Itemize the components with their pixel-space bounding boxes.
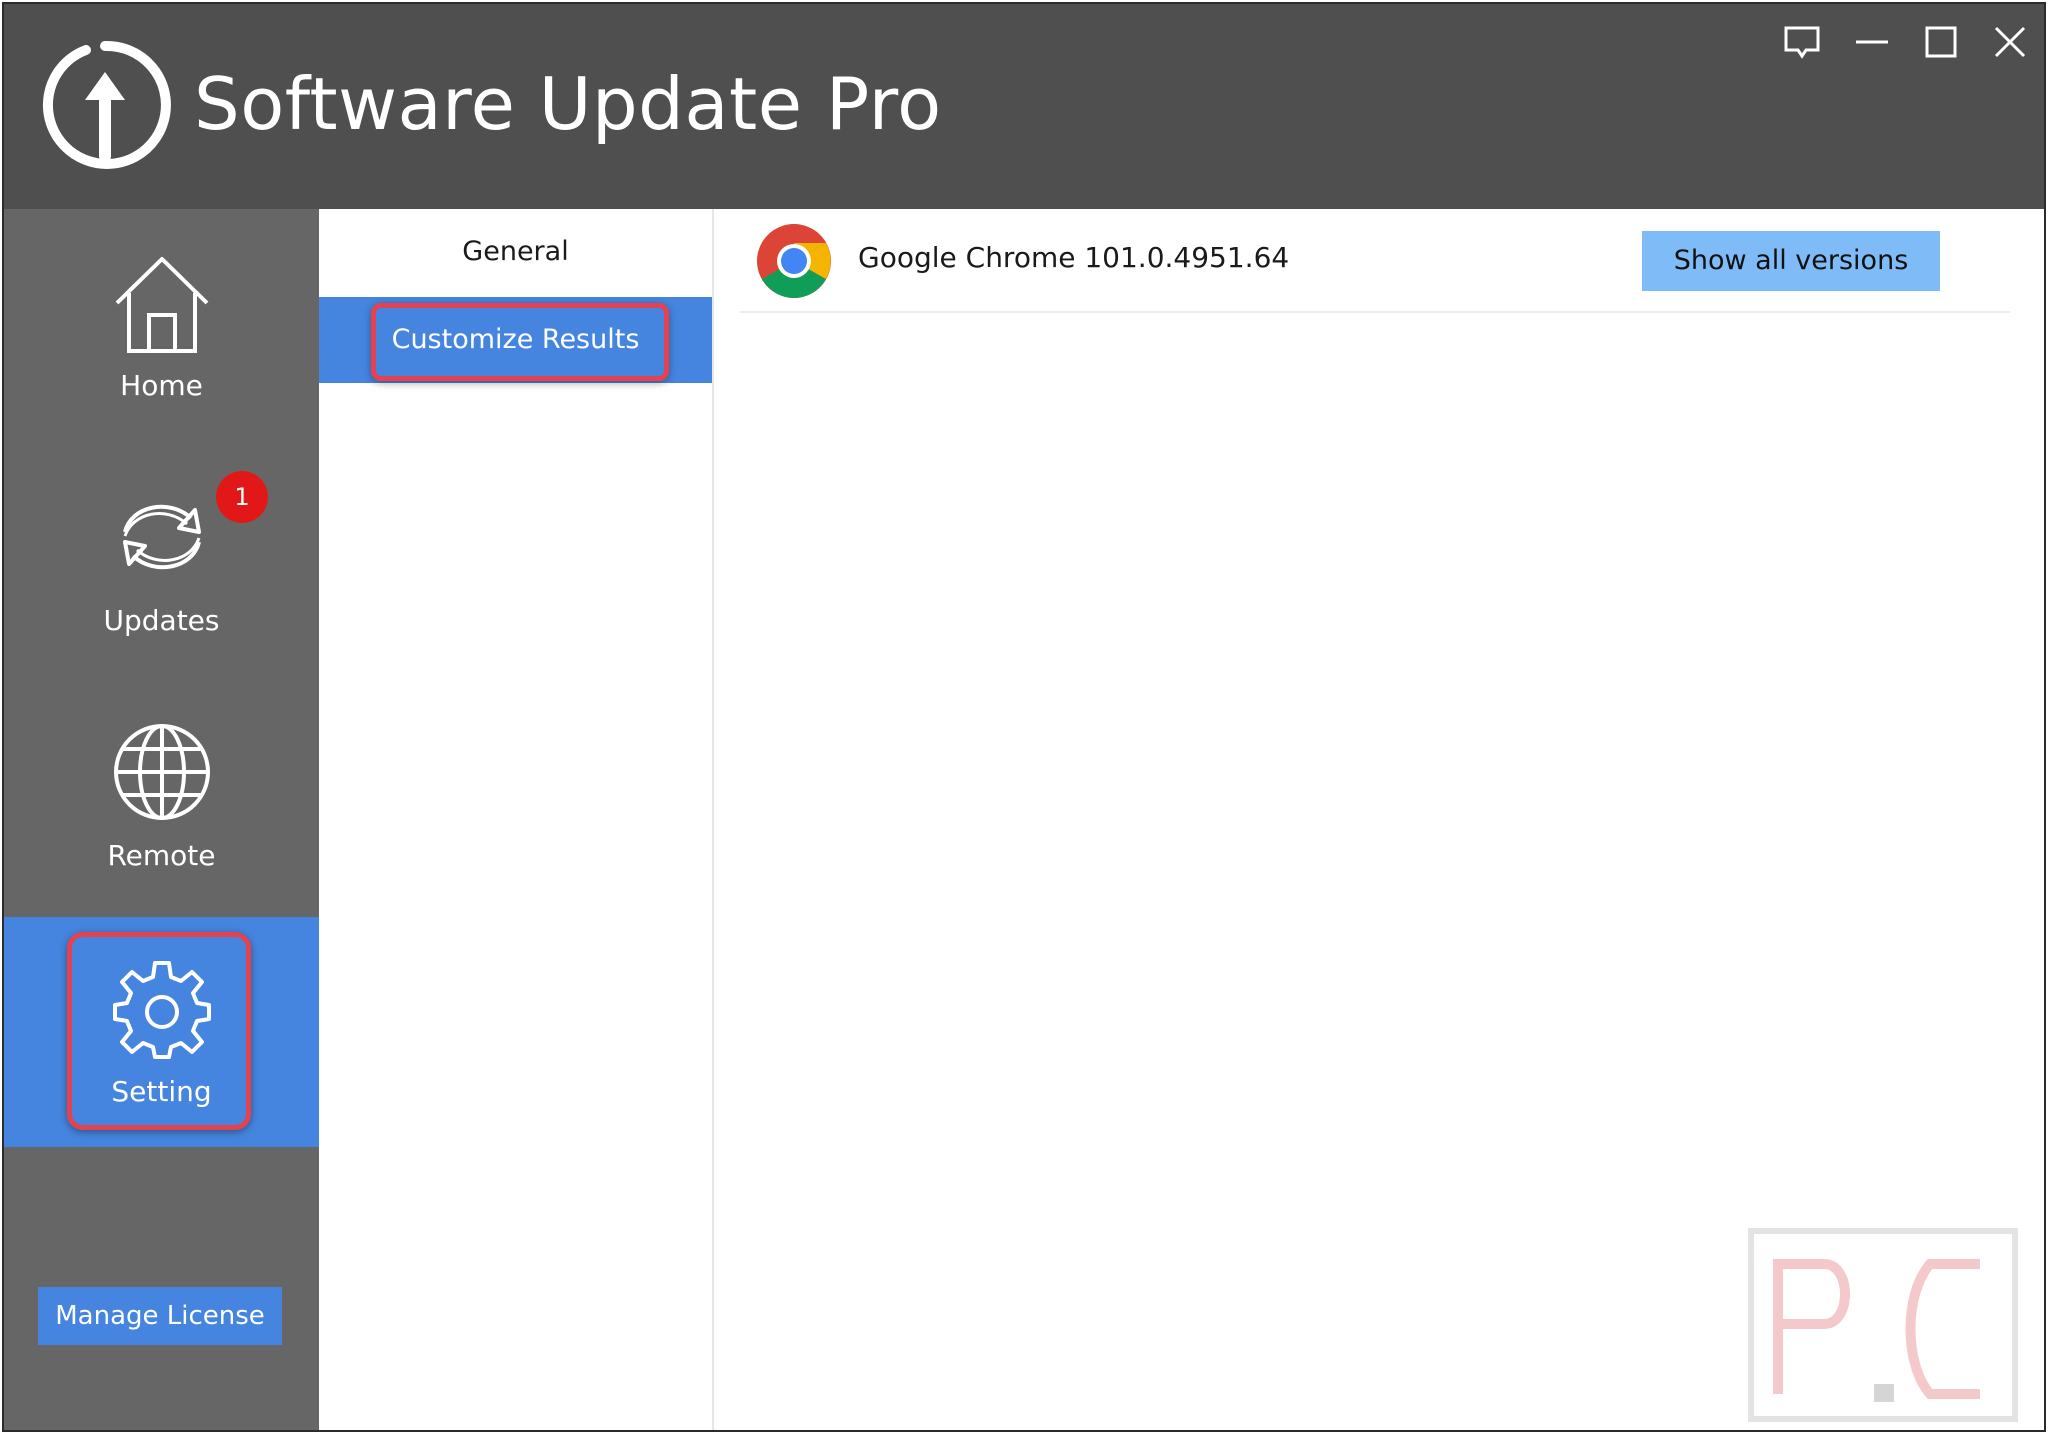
minimize-icon[interactable] — [1844, 18, 1900, 66]
sidebar-item-remote[interactable]: Remote — [4, 679, 319, 909]
chrome-icon — [756, 223, 832, 299]
sidebar-item-home[interactable]: Home — [4, 209, 319, 439]
app-window: Software Update Pro Home Updates 1 Remot… — [2, 2, 2046, 1432]
app-version-name: Google Chrome 101.0.4951.64 — [858, 241, 1290, 274]
settings-subnav: General Customize Results — [319, 209, 714, 1430]
feedback-icon[interactable] — [1774, 18, 1830, 66]
close-icon[interactable] — [1982, 18, 2038, 66]
globe-icon — [109, 719, 215, 825]
manage-license-button[interactable]: Manage License — [38, 1287, 282, 1345]
app-title: Software Update Pro — [194, 62, 942, 146]
show-all-versions-button[interactable]: Show all versions — [1642, 231, 1940, 291]
main-sidebar: Home Updates 1 Remote Setting Manage Lic… — [4, 209, 319, 1430]
list-item: Google Chrome 101.0.4951.64 Show all ver… — [740, 209, 2010, 313]
title-bar: Software Update Pro — [4, 4, 2044, 209]
sidebar-item-label: Remote — [107, 839, 216, 872]
watermark-logo — [1748, 1228, 2018, 1422]
home-icon — [109, 251, 215, 357]
sidebar-item-label: Updates — [103, 604, 220, 637]
customize-results-highlight-frame — [371, 303, 669, 381]
setting-highlight-frame — [67, 932, 251, 1130]
refresh-icon — [109, 484, 215, 590]
sidebar-item-label: Home — [120, 369, 203, 402]
sidebar-item-updates[interactable]: Updates — [4, 444, 319, 674]
app-logo-icon — [38, 38, 172, 172]
results-panel: Google Chrome 101.0.4951.64 Show all ver… — [714, 209, 2044, 1430]
tab-general[interactable]: General — [319, 209, 712, 295]
updates-count-badge: 1 — [216, 471, 268, 523]
maximize-icon[interactable] — [1914, 18, 1970, 66]
